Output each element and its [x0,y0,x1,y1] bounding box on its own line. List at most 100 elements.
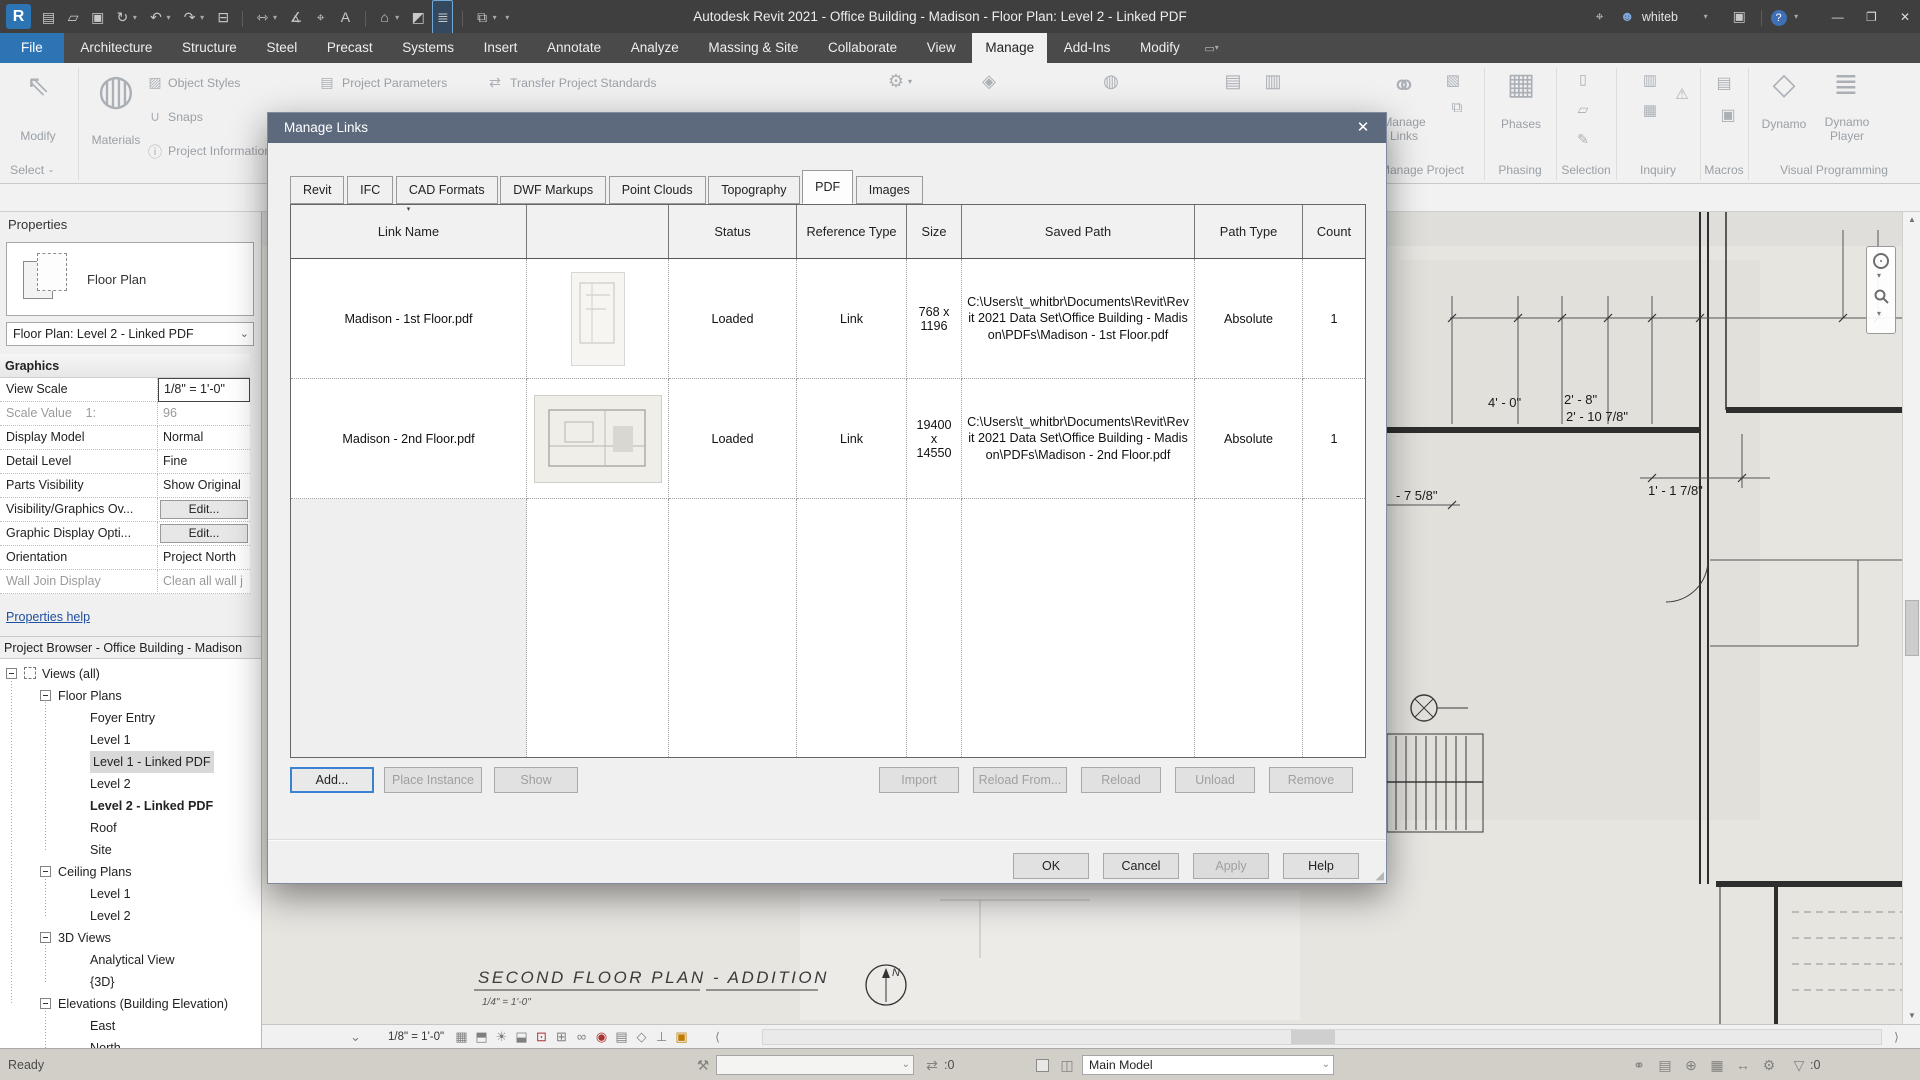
app-store-cart-icon[interactable]: ▣ [1726,0,1752,33]
additional-settings-icon[interactable]: ⚙ [885,71,907,92]
sun-path-icon[interactable]: ☀ [492,1025,511,1049]
drag-on-selection-icon[interactable]: ↔ [1732,1049,1754,1080]
graphic-display-edit-button[interactable]: Edit... [160,524,248,543]
active-workset-dropdown[interactable]: ⌄ [716,1055,914,1075]
table-row-madison-2nd-floor[interactable]: Madison - 2nd Floor.pdf Loaded Link 1940… [291,379,1365,499]
cancel-button[interactable]: Cancel [1103,853,1179,879]
vertical-scroll-thumb[interactable] [1905,600,1919,656]
dialog-tab-pdf[interactable]: PDF [802,170,853,204]
nav-wheel-caret[interactable]: ▾ [1877,271,1881,280]
starting-view-icon[interactable]: ⧉ [1448,99,1466,116]
tab-steel[interactable]: Steel [253,33,310,63]
dialog-tab-images[interactable]: Images [856,176,923,204]
tag-icon[interactable]: ⌖ [310,1,331,34]
dialog-tab-point-clouds[interactable]: Point Clouds [609,176,706,204]
cell-link-name[interactable]: Madison - 2nd Floor.pdf [291,379,527,499]
transfer-project-standards-icon[interactable]: ⇄ [486,74,504,91]
cell-reference-type[interactable]: Link [797,379,907,499]
hide-analytical-model-icon[interactable]: ◇ [632,1025,651,1049]
scroll-left-arrow[interactable]: ⟨ [708,1025,727,1049]
macro-manager-icon[interactable]: ▤ [1714,73,1734,93]
add-button[interactable]: Add... [290,767,374,793]
cell-link-name[interactable]: Madison - 1st Floor.pdf [291,259,527,379]
ok-button[interactable]: OK [1013,853,1089,879]
temporary-view-properties-icon[interactable]: ▤ [612,1025,631,1049]
dialog-tab-cad-formats[interactable]: CAD Formats [396,176,498,204]
unload-button[interactable]: Unload [1175,767,1255,793]
save-icon[interactable]: ▣ [87,1,108,34]
design-options-icon[interactable]: ▤ [1222,71,1244,92]
snaps-icon[interactable]: ∪ [146,108,164,125]
tab-systems[interactable]: Systems [389,33,467,63]
save-selection-icon[interactable]: ▯ [1574,71,1592,88]
close-button[interactable]: ✕ [1890,1,1920,34]
cell-path-type[interactable]: Absolute [1195,259,1303,379]
cell-reference-type[interactable]: Link [797,259,907,379]
project-browser-header[interactable]: Project Browser - Office Building - Madi… [0,637,261,659]
tab-modify[interactable]: Modify [1127,33,1193,63]
edit-selection-icon[interactable]: ✎ [1574,131,1592,148]
select-pinned-icon[interactable]: ⊕ [1680,1049,1702,1080]
account-caret[interactable]: ▾ [1704,0,1713,33]
search-icon[interactable]: ⌖ [1587,0,1613,33]
vertical-scrollbar[interactable]: ▲ ▼ [1902,212,1920,1024]
minimize-button[interactable]: — [1823,1,1853,34]
detail-level-value[interactable]: Fine [158,450,250,474]
dynamo-player-label[interactable]: Dynamo Player [1816,115,1878,143]
transfer-project-standards-button[interactable]: Transfer Project Standards [510,76,657,90]
decal-icon[interactable]: ▧ [1444,71,1462,89]
column-size[interactable]: Size [907,205,962,258]
column-count[interactable]: Count [1303,205,1365,258]
type-selector[interactable]: Floor Plan [6,242,254,316]
column-reference-type[interactable]: Reference Type [797,205,907,258]
show-crop-region-icon[interactable]: ⊞ [552,1025,571,1049]
additional-settings-caret[interactable]: ▾ [908,77,917,86]
dialog-tab-ifc[interactable]: IFC [347,176,393,204]
help-button[interactable]: Help [1283,853,1359,879]
redo-icon[interactable]: ↷ [179,1,200,34]
column-saved-path[interactable]: Saved Path [962,205,1195,258]
view-scale-value[interactable]: 1/8" = 1'-0" [158,378,250,402]
signed-in-user[interactable]: whiteb [1642,1,1678,34]
snaps-button[interactable]: Snaps [168,110,203,124]
ids-of-selection-icon[interactable]: ▥ [1640,71,1660,89]
default-3d-view-icon[interactable]: ⌂ [374,1,395,34]
active-design-option-dropdown[interactable]: Main Model⌄ [1082,1055,1334,1075]
collapse-chevron-icon[interactable]: ⌄ [346,1025,365,1049]
file-tabs-icon[interactable]: ▤ [38,1,59,34]
manage-links-icon[interactable]: ⚭ [1378,69,1430,104]
column-link-name[interactable]: ▾Link Name [291,205,527,258]
place-instance-button[interactable]: Place Instance [384,767,482,793]
show-button[interactable]: Show [494,767,578,793]
warnings-icon[interactable]: ⚠ [1672,85,1692,103]
scroll-down-arrow[interactable]: ▼ [1903,1008,1920,1024]
collapse-icon[interactable] [40,690,51,701]
reveal-constraints-icon[interactable]: ⊥ [652,1025,671,1049]
editing-requests-icon[interactable]: ⇄ [922,1049,942,1080]
dropdown-caret[interactable]: ▾ [167,1,176,34]
dynamo-icon[interactable]: ◇ [1762,67,1806,102]
orientation-value[interactable]: Project North [158,546,250,570]
reveal-hidden-elements-icon[interactable]: ◉ [592,1025,611,1049]
select-by-face-icon[interactable]: ▦ [1706,1049,1728,1080]
project-information-icon[interactable]: ⓘ [146,142,164,162]
apply-button[interactable]: Apply [1193,853,1269,879]
tab-collaborate[interactable]: Collaborate [815,33,910,63]
horizontal-scrollbar[interactable] [762,1029,1882,1045]
macro-security-icon[interactable]: ▣ [1718,105,1738,125]
column-status[interactable]: Status [669,205,797,258]
phases-icon[interactable]: ▦ [1503,67,1539,102]
project-parameters-icon[interactable]: ▤ [318,74,336,91]
project-information-button[interactable]: Project Information [168,144,271,158]
visibility-graphics-edit-button[interactable]: Edit... [160,500,248,519]
detail-level-icon[interactable]: ▦ [452,1025,471,1049]
ribbon-display-toggle-icon[interactable]: ▭ [1204,42,1214,55]
dialog-tab-topography[interactable]: Topography [708,176,799,204]
dropdown-caret[interactable]: ▾ [133,1,142,34]
object-styles-icon[interactable]: ▨ [146,74,164,91]
sync-icon[interactable]: ↻ [112,1,133,34]
design-options-icon[interactable]: ◫ [1056,1049,1078,1080]
select-by-id-icon[interactable]: ▦ [1640,101,1660,119]
design-options-list-icon[interactable]: ▥ [1262,71,1284,92]
tab-structure[interactable]: Structure [169,33,250,63]
